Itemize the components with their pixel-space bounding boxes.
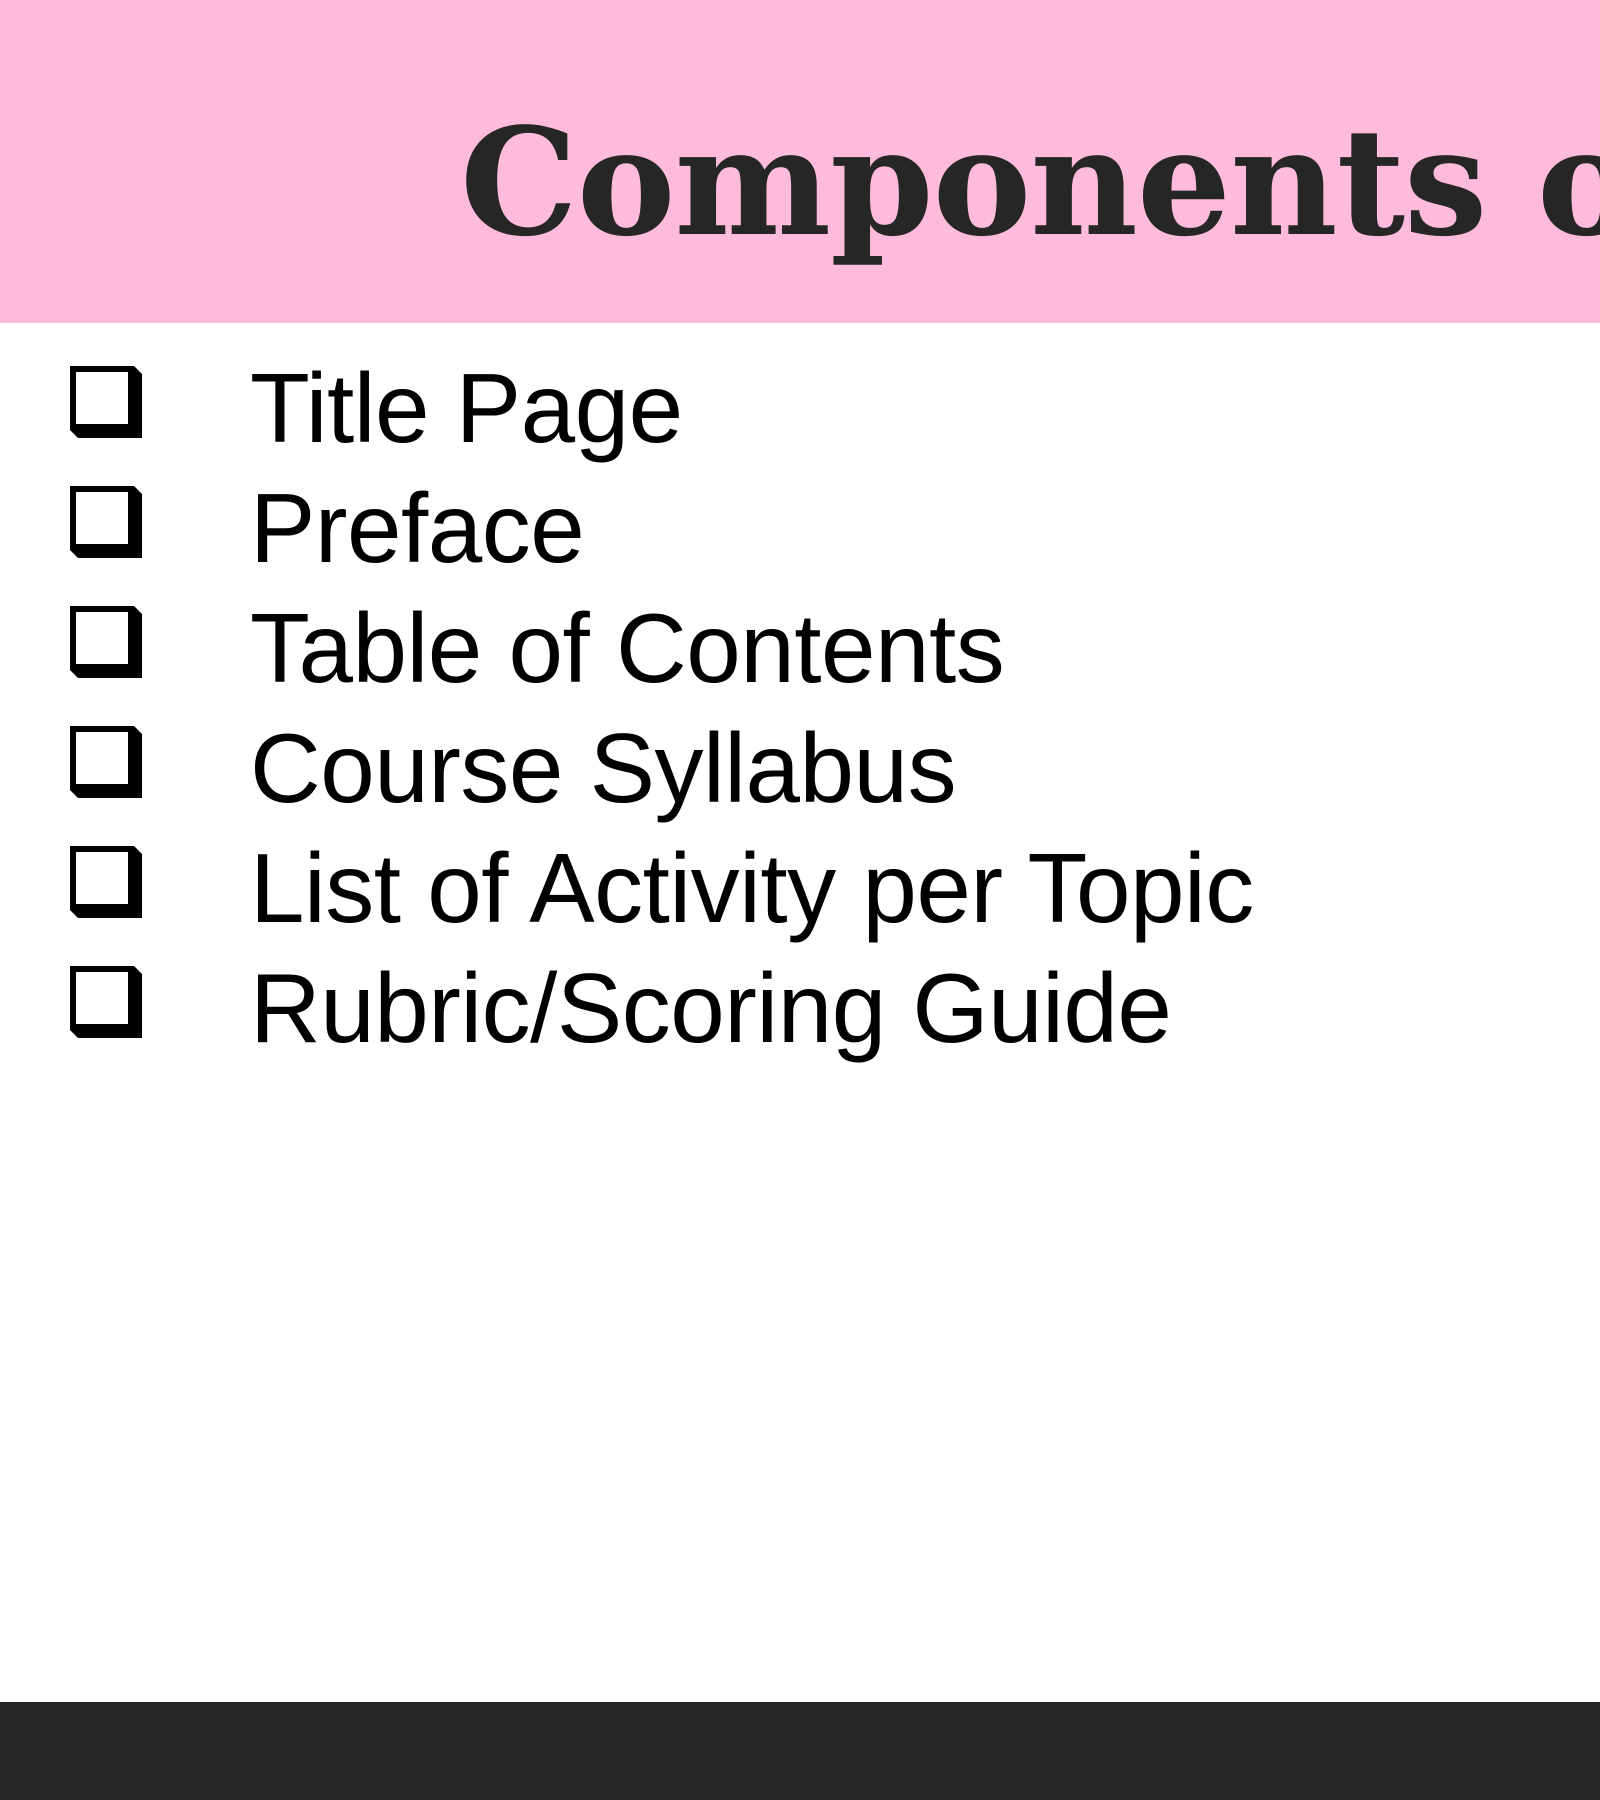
item-label: Table of Contents xyxy=(250,593,1005,703)
footer-bar xyxy=(0,1702,1600,1800)
square-checkbox-icon xyxy=(70,606,142,678)
square-checkbox-icon xyxy=(70,846,142,918)
list-item: Course Syllabus xyxy=(70,708,1254,828)
item-label: Preface xyxy=(250,473,585,583)
list-item: Preface xyxy=(70,468,1254,588)
list-item: Table of Contents xyxy=(70,588,1254,708)
item-label: Course Syllabus xyxy=(250,713,957,823)
slide-title: Components of a xyxy=(460,95,1600,269)
list-item: Rubric/Scoring Guide xyxy=(70,948,1254,1068)
list-item: Title Page xyxy=(70,348,1254,468)
item-label: Title Page xyxy=(250,353,683,463)
component-checklist: Title Page Preface Table of Contents Cou… xyxy=(70,348,1254,1068)
list-item: List of Activity per Topic xyxy=(70,828,1254,948)
square-checkbox-icon xyxy=(70,966,142,1038)
title-banner: Components of a xyxy=(0,0,1600,323)
square-checkbox-icon xyxy=(70,726,142,798)
square-checkbox-icon xyxy=(70,366,142,438)
square-checkbox-icon xyxy=(70,486,142,558)
item-label: List of Activity per Topic xyxy=(250,833,1254,943)
item-label: Rubric/Scoring Guide xyxy=(250,953,1172,1063)
